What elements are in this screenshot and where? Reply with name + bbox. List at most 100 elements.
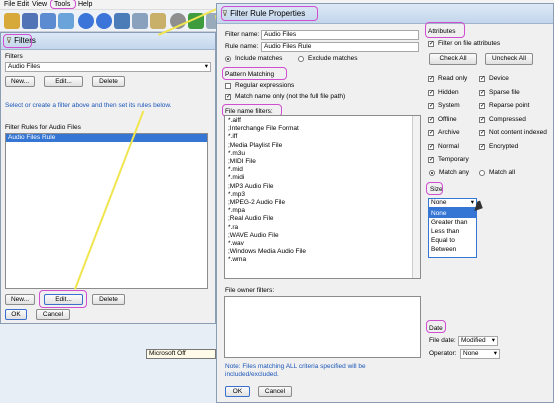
file-date-select[interactable]: Modified ▾ (458, 336, 498, 346)
filter-hint: Select or create a filter above and then… (5, 102, 172, 109)
attribute-checkbox[interactable]: ✓ (479, 76, 485, 82)
attribute-label: Archive (438, 129, 460, 136)
operator-select[interactable]: None ▾ (460, 349, 500, 359)
filter-attributes-checkbox[interactable]: ✓ (428, 41, 434, 47)
forward-icon[interactable] (96, 13, 112, 29)
attribute-checkbox[interactable]: ✓ (479, 116, 485, 123)
background-tab[interactable]: Microsoft Off (146, 349, 216, 359)
size-option[interactable]: Equal to (429, 236, 476, 245)
filters-cancel-button[interactable]: Cancel (36, 309, 70, 320)
filter-selected-value: Audio Files (8, 63, 41, 70)
filter-name-label: Filter name: (225, 31, 260, 38)
attribute-checkbox[interactable]: ✓ (479, 89, 485, 96)
folder-icon[interactable] (4, 13, 20, 29)
attribute-checkbox[interactable]: ✓ (479, 143, 485, 150)
tools-highlight (50, 0, 76, 9)
match-all-radio[interactable] (479, 170, 485, 176)
rule-name-field[interactable]: Audio Files Rule (261, 42, 419, 52)
chevron-down-icon: ▾ (204, 63, 208, 70)
file-filter-item: ;Media Playlist File (228, 141, 283, 149)
regex-checkbox[interactable] (225, 83, 231, 89)
paste-icon[interactable] (58, 13, 74, 29)
file-filter-item: ;WAVE Audio File (228, 231, 279, 239)
attribute-label: Reparse point (489, 102, 530, 109)
regex-label: Regular expressions (235, 82, 295, 89)
rule-name-label: Rule name: (225, 43, 259, 50)
attribute-checkbox[interactable]: ✓ (428, 143, 434, 150)
rule-item[interactable]: Audio Files Rule (6, 134, 207, 142)
save-icon[interactable] (22, 13, 38, 29)
owner-filters-list[interactable] (224, 296, 421, 358)
attribute-checkbox[interactable]: ✓ (428, 157, 434, 163)
file-filter-item: *.wav (228, 240, 244, 248)
file-filter-item: *.wma (228, 256, 247, 264)
match-any-radio[interactable] (429, 170, 435, 176)
file-filter-item: *.midi (228, 174, 245, 182)
attribute-checkbox[interactable]: ✓ (428, 130, 434, 136)
size-option[interactable]: Between (429, 245, 476, 254)
size-option[interactable]: None (429, 209, 476, 218)
filter-rule-properties-window: ⊽ Filter Rule Properties Filter name: Au… (216, 3, 554, 403)
menu-file[interactable]: File (4, 1, 15, 8)
home-icon[interactable] (132, 13, 148, 29)
properties-cancel-button[interactable]: Cancel (258, 386, 292, 397)
file-filter-item: *.m3u (228, 149, 245, 157)
filters-ok-button[interactable]: OK (5, 309, 27, 320)
attribute-checkbox[interactable]: ✓ (428, 76, 434, 82)
edit-filter-button[interactable]: Edit... (44, 76, 83, 87)
operator-value: None (463, 350, 479, 357)
exclude-label: Exclude matches (308, 55, 358, 62)
list-scrollbar[interactable] (412, 116, 420, 278)
size-option[interactable]: Greater than (429, 218, 476, 227)
attribute-checkbox[interactable]: ✓ (428, 103, 434, 109)
delete-filter-button[interactable]: Delete (92, 76, 125, 87)
attribute-label: Temporary (438, 156, 469, 163)
file-filter-item: *.aiff (228, 117, 241, 124)
delete-rule-button[interactable]: Delete (92, 294, 125, 305)
owner-filters-label: File owner filters: (225, 287, 275, 294)
attribute-checkbox[interactable]: ✓ (479, 103, 485, 109)
folder-up-icon[interactable] (150, 13, 166, 29)
exclude-radio[interactable] (298, 56, 304, 62)
menu-view[interactable]: View (32, 1, 47, 8)
rules-list[interactable]: Audio Files Rule (5, 133, 208, 289)
back-icon[interactable] (78, 13, 94, 29)
size-options-list[interactable]: None Greater than Less than Equal to Between (428, 208, 477, 258)
attribute-checkbox[interactable]: ✓ (428, 116, 434, 123)
include-radio[interactable] (225, 56, 231, 62)
check-all-button[interactable]: Check All (429, 53, 477, 65)
attribute-label: Compressed (489, 115, 526, 123)
chevron-down-icon: ▾ (491, 337, 495, 344)
file-filter-item: *.ra (228, 223, 239, 231)
attribute-label: Hidden (438, 88, 459, 96)
menu-help[interactable]: Help (78, 1, 92, 8)
file-filter-item: ;MPEG-2 Audio File (228, 199, 286, 207)
properties-ok-button[interactable]: OK (225, 386, 250, 397)
filter-select[interactable]: Audio Files ▾ (5, 62, 211, 72)
size-highlight (426, 182, 443, 195)
rules-label: Filter Rules for Audio Files (5, 124, 81, 131)
attribute-label: Encrypted (489, 142, 519, 150)
attribute-label: Sparse file (489, 88, 520, 96)
up-icon[interactable] (114, 13, 130, 29)
file-date-value: Modified (461, 337, 486, 344)
uncheck-all-button[interactable]: Uncheck All (485, 53, 533, 65)
chevron-down-icon: ▾ (493, 350, 497, 357)
attribute-checkbox[interactable]: ✓ (479, 130, 485, 136)
new-rule-button[interactable]: New... (5, 294, 35, 305)
new-filter-button[interactable]: New... (5, 76, 35, 87)
size-option[interactable]: Less than (429, 227, 476, 236)
filter-name-field[interactable]: Audio Files (261, 30, 419, 40)
menu-edit[interactable]: Edit (17, 1, 29, 8)
file-filter-item: *.mp3 (228, 190, 245, 198)
match-name-label: Match name only (not the full file path) (235, 93, 346, 100)
attribute-checkbox[interactable]: ✓ (428, 89, 434, 96)
file-name-filters-list[interactable]: *.aiff ;Interchange File Format *.iff ;Medi… (224, 115, 421, 279)
copy-icon[interactable] (40, 13, 56, 29)
file-date-label: File date: (429, 337, 456, 344)
size-selected-value: None (431, 199, 447, 206)
attributes-highlight (425, 22, 465, 38)
match-any-label: Match any (439, 169, 469, 176)
file-filter-item: *.mid (228, 166, 243, 174)
match-name-checkbox[interactable]: ✓ (225, 94, 231, 100)
